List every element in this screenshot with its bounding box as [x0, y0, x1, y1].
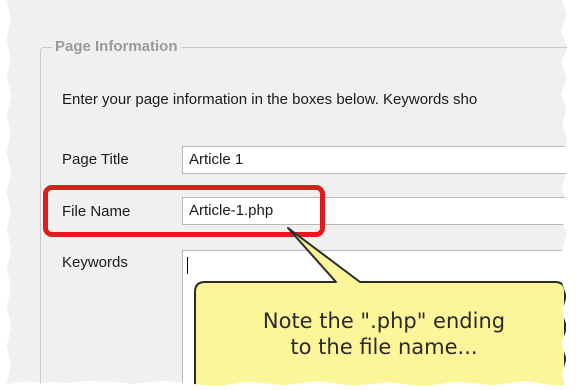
callout-text: Note the ".php" ending to the file name.… [200, 308, 568, 360]
instructions-text: Enter your page information in the boxes… [62, 91, 478, 108]
text-caret [187, 257, 188, 274]
screenshot-stage: Page Information Enter your page informa… [0, 0, 579, 390]
callout-line-1: Note the ".php" ending [262, 309, 506, 333]
page-title-input[interactable]: Article 1 [182, 146, 579, 174]
keywords-label: Keywords [62, 254, 128, 271]
callout-line-2: to the file name... [290, 335, 478, 359]
page-title-label: Page Title [62, 151, 129, 168]
groupbox-legend: Page Information [52, 37, 181, 57]
file-name-highlight-box [43, 185, 325, 237]
